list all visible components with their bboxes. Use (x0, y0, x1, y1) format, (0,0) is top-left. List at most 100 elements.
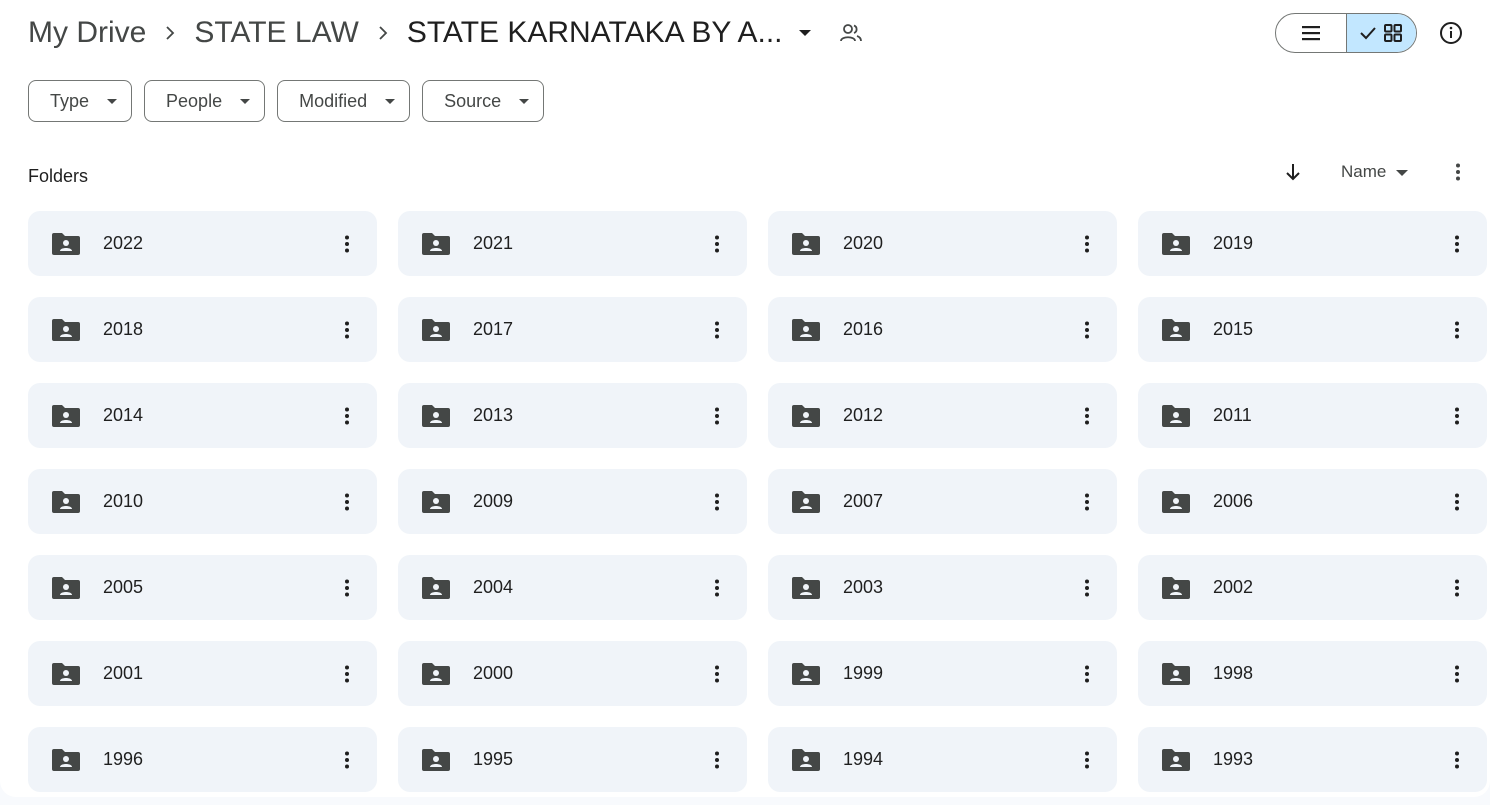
chevron-right-icon (146, 26, 194, 40)
more-vert-icon[interactable] (705, 576, 729, 600)
folder-name: 1996 (103, 749, 144, 769)
folder-card[interactable]: 2007 (768, 469, 1117, 534)
more-vert-icon[interactable] (1075, 576, 1099, 600)
folder-card[interactable]: 2004 (398, 555, 747, 620)
more-vert-icon[interactable] (1445, 232, 1469, 256)
shared-folder-icon (421, 662, 451, 686)
more-vert-icon[interactable] (335, 662, 359, 686)
folder-card[interactable]: 2018 (28, 297, 377, 362)
grid-view-button[interactable] (1345, 14, 1416, 52)
more-vert-icon[interactable] (1445, 404, 1469, 428)
folder-card[interactable]: 2015 (1138, 297, 1487, 362)
folder-card[interactable]: 2002 (1138, 555, 1487, 620)
shared-folder-icon (1161, 490, 1191, 514)
folder-card[interactable]: 2010 (28, 469, 377, 534)
filter-source-chip[interactable]: Source (422, 80, 545, 122)
breadcrumb: My Drive STATE LAW STATE KARNATAKA BY A.… (28, 8, 863, 58)
shared-folder-icon (791, 232, 821, 256)
folder-name: 2003 (843, 577, 884, 597)
folder-name: 1999 (843, 663, 884, 683)
view-toggle (1275, 13, 1417, 53)
more-vert-icon[interactable] (705, 490, 729, 514)
grid-icon (1384, 24, 1403, 42)
more-vert-icon[interactable] (335, 748, 359, 772)
section-title: Folders (28, 166, 89, 186)
chip-label: People (166, 90, 223, 111)
folder-card[interactable]: 2017 (398, 297, 747, 362)
folder-card[interactable]: 1996 (28, 727, 377, 792)
more-vert-icon[interactable] (335, 232, 359, 256)
folder-card[interactable]: 2000 (398, 641, 747, 706)
breadcrumb-my-drive[interactable]: My Drive (28, 16, 146, 50)
more-vert-icon[interactable] (1445, 748, 1469, 772)
more-vert-icon[interactable] (1446, 160, 1470, 184)
more-vert-icon[interactable] (705, 232, 729, 256)
more-vert-icon[interactable] (705, 748, 729, 772)
folder-name: 2001 (103, 663, 144, 683)
more-vert-icon[interactable] (705, 404, 729, 428)
folder-card[interactable]: 2020 (768, 211, 1117, 276)
folder-card[interactable]: 2001 (28, 641, 377, 706)
more-vert-icon[interactable] (1075, 232, 1099, 256)
shared-folder-icon (791, 490, 821, 514)
more-vert-icon[interactable] (1445, 490, 1469, 514)
folder-card[interactable]: 2006 (1138, 469, 1487, 534)
folder-card[interactable]: 2003 (768, 555, 1117, 620)
folder-card[interactable]: 2016 (768, 297, 1117, 362)
shared-folder-icon (51, 576, 81, 600)
list-view-button[interactable] (1276, 14, 1346, 52)
more-vert-icon[interactable] (1075, 490, 1099, 514)
dropdown-arrow-icon[interactable] (797, 25, 813, 41)
folder-card[interactable]: 2022 (28, 211, 377, 276)
sort-field-dropdown[interactable]: Name (1341, 160, 1409, 184)
list-icon (1301, 26, 1320, 41)
folder-name: 2010 (103, 491, 144, 511)
breadcrumb-state-law[interactable]: STATE LAW (194, 16, 358, 50)
info-icon[interactable] (1436, 18, 1466, 48)
shared-folder-icon (51, 662, 81, 686)
folder-card[interactable]: 2011 (1138, 383, 1487, 448)
folder-card[interactable]: 1998 (1138, 641, 1487, 706)
more-vert-icon[interactable] (1075, 318, 1099, 342)
folder-card[interactable]: 1993 (1138, 727, 1487, 792)
folder-name: 2009 (473, 491, 514, 511)
breadcrumb-current-folder[interactable]: STATE KARNATAKA BY A... (407, 16, 783, 50)
folder-card[interactable]: 2019 (1138, 211, 1487, 276)
folder-name: 1998 (1213, 663, 1254, 683)
shared-folder-icon (791, 662, 821, 686)
check-icon (1360, 27, 1376, 40)
folder-name: 2006 (1213, 491, 1254, 511)
folder-card[interactable]: 2009 (398, 469, 747, 534)
shared-folder-icon (1161, 662, 1191, 686)
folder-card[interactable]: 2005 (28, 555, 377, 620)
folder-card[interactable]: 2021 (398, 211, 747, 276)
more-vert-icon[interactable] (1075, 662, 1099, 686)
shared-folder-icon (51, 404, 81, 428)
more-vert-icon[interactable] (1075, 748, 1099, 772)
sort-field-label: Name (1341, 162, 1387, 181)
filter-modified-chip[interactable]: Modified (277, 80, 411, 122)
filter-type-chip[interactable]: Type (28, 80, 133, 122)
folder-card[interactable]: 1994 (768, 727, 1117, 792)
more-vert-icon[interactable] (335, 490, 359, 514)
more-vert-icon[interactable] (1445, 662, 1469, 686)
filter-people-chip[interactable]: People (144, 80, 266, 122)
folder-card[interactable]: 2012 (768, 383, 1117, 448)
more-vert-icon[interactable] (335, 576, 359, 600)
more-vert-icon[interactable] (1445, 318, 1469, 342)
shared-folder-icon (51, 748, 81, 772)
folder-card[interactable]: 1995 (398, 727, 747, 792)
folder-card[interactable]: 2014 (28, 383, 377, 448)
more-vert-icon[interactable] (335, 318, 359, 342)
more-vert-icon[interactable] (705, 318, 729, 342)
chip-label: Modified (299, 90, 368, 111)
people-icon[interactable] (839, 23, 863, 43)
shared-folder-icon (51, 318, 81, 342)
folder-card[interactable]: 1999 (768, 641, 1117, 706)
more-vert-icon[interactable] (335, 404, 359, 428)
folder-card[interactable]: 2013 (398, 383, 747, 448)
more-vert-icon[interactable] (705, 662, 729, 686)
more-vert-icon[interactable] (1075, 404, 1099, 428)
sort-direction-arrow-icon[interactable] (1281, 160, 1305, 184)
more-vert-icon[interactable] (1445, 576, 1469, 600)
